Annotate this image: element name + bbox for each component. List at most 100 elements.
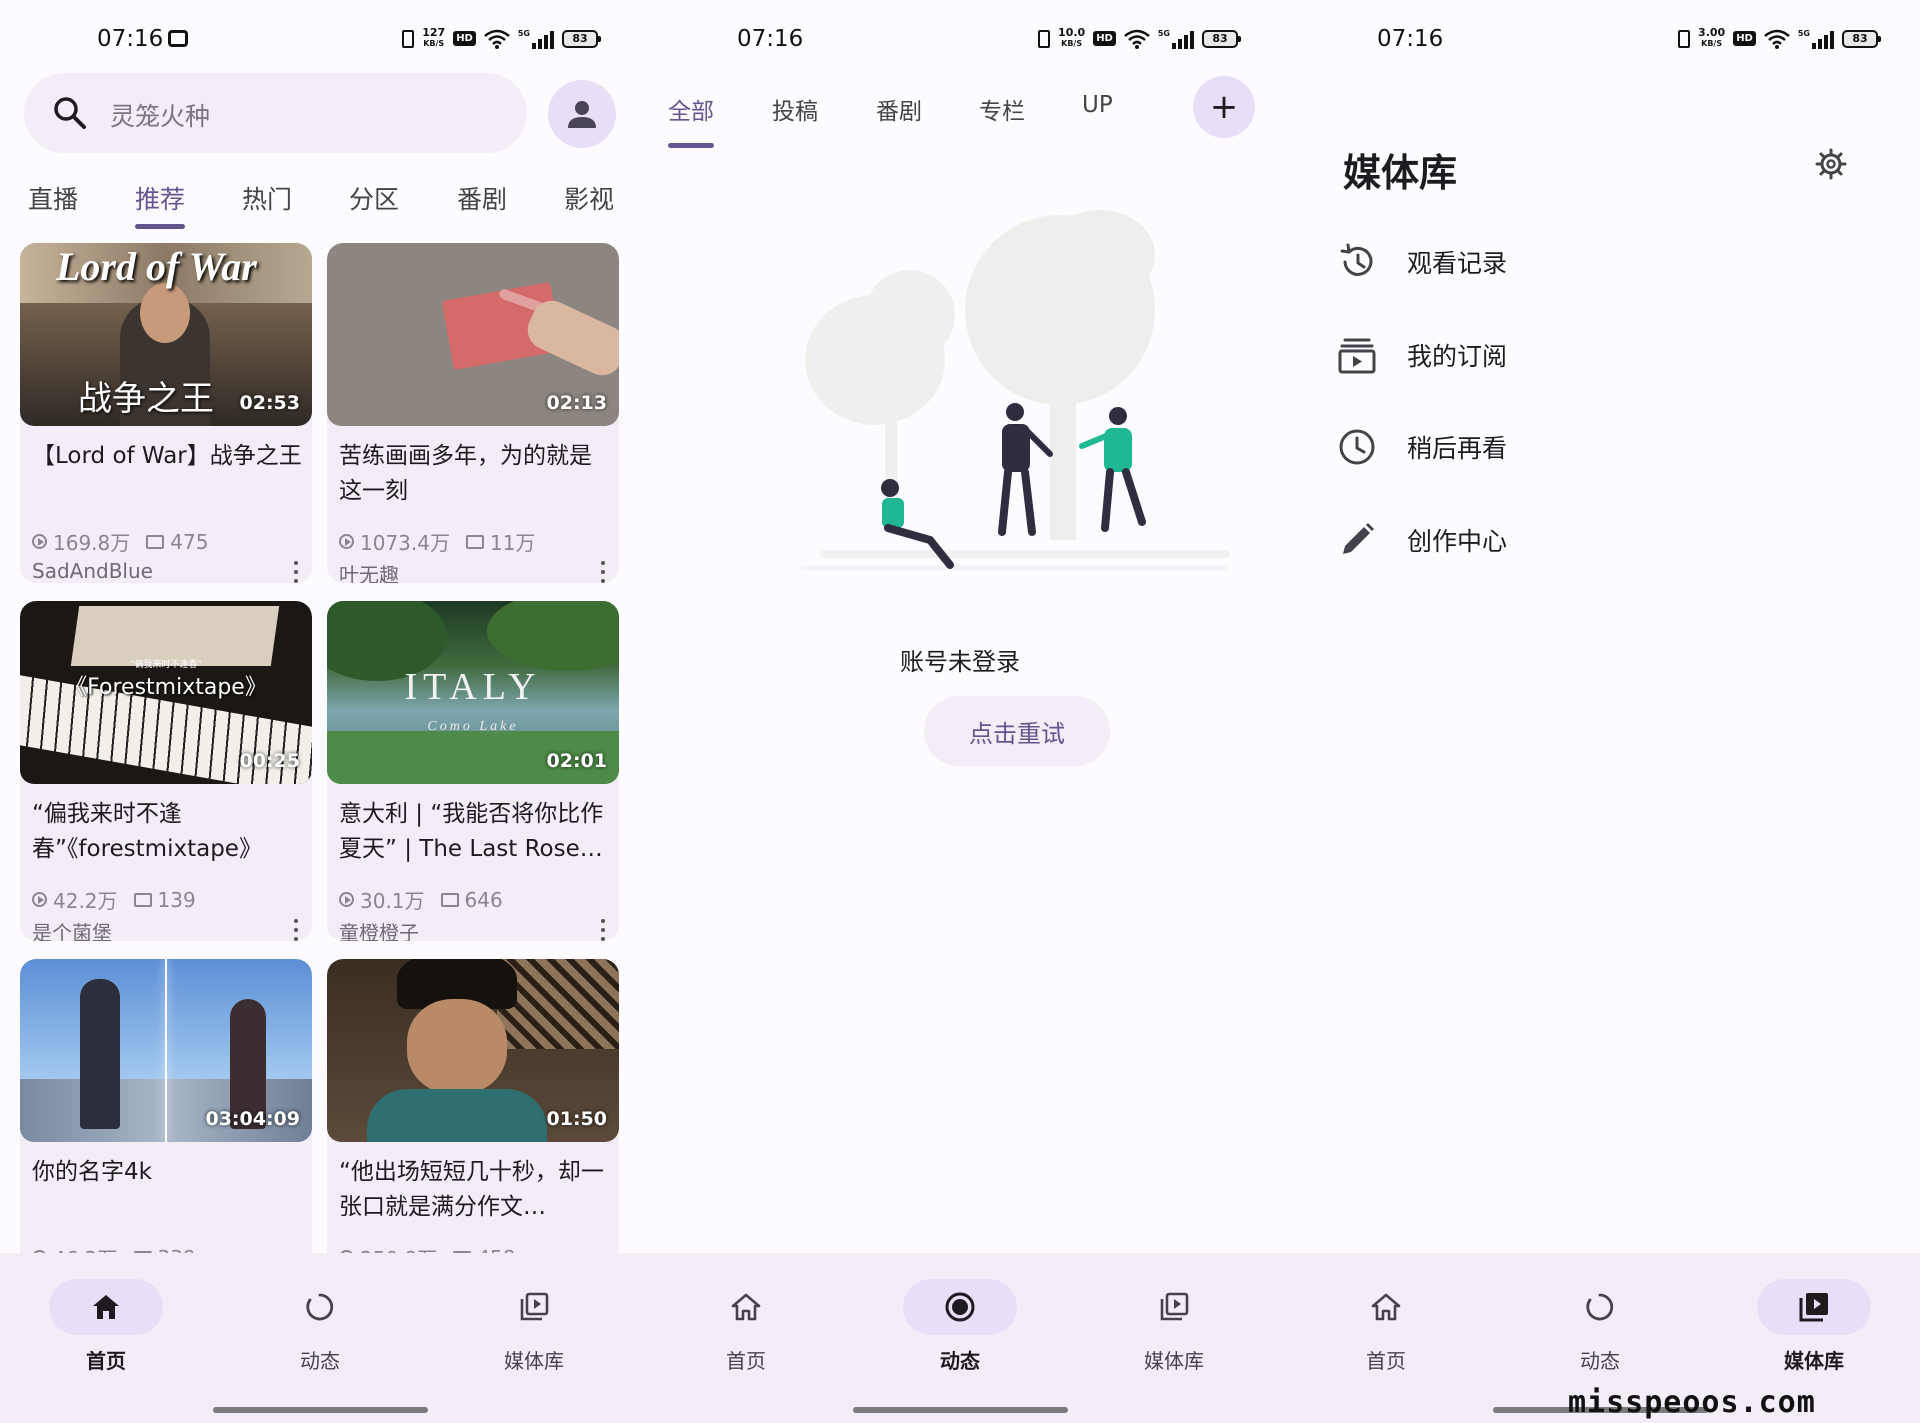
library-item-watch-later[interactable]: 稍后再看 xyxy=(1335,417,1855,477)
nav-label: 首页 xyxy=(86,1349,126,1373)
nav-label: 媒体库 xyxy=(1784,1349,1844,1373)
empty-state-message: 账号未登录 xyxy=(900,648,1020,676)
tab-bangumi[interactable]: 番剧 xyxy=(457,180,507,216)
nav-library[interactable]: 媒体库 xyxy=(454,1279,614,1374)
video-duration: 02:53 xyxy=(239,392,300,414)
thumbnail-small-text: Como Lake xyxy=(427,719,519,734)
vibrate-icon xyxy=(1678,29,1691,48)
video-thumbnail[interactable]: ITALY Como Lake 02:01 xyxy=(327,601,619,784)
more-options-icon[interactable] xyxy=(294,561,298,583)
danmaku-icon xyxy=(146,534,165,549)
video-card[interactable]: 02:13 苦练画画多年，为的就是这一刻 1073.4万 11万 叶无趣 xyxy=(327,243,619,583)
library-item-label: 观看记录 xyxy=(1407,249,1508,278)
tab-movies[interactable]: 影视 xyxy=(564,180,614,216)
more-options-icon[interactable] xyxy=(601,561,605,583)
gesture-handle[interactable] xyxy=(853,1407,1068,1413)
nav-library[interactable]: 媒体库 xyxy=(1734,1279,1894,1374)
library-item-label: 稍后再看 xyxy=(1407,434,1508,463)
tab-all[interactable]: 全部 xyxy=(668,92,714,126)
dynamic-icon xyxy=(1586,1293,1614,1321)
danmaku-count: 475 xyxy=(170,529,209,554)
status-bar: 07:16 127 KB/S HD 5G 83 xyxy=(0,22,640,62)
video-card[interactable]: Lord of War 战争之王 02:53 【Lord of War】战争之王… xyxy=(20,243,312,583)
nav-home[interactable]: 首页 xyxy=(666,1279,826,1374)
cellular-signal-icon: 5G xyxy=(1158,29,1194,49)
dynamic-icon xyxy=(306,1293,334,1321)
library-item-creator-center[interactable]: 创作中心 xyxy=(1335,510,1855,570)
view-count: 1073.4万 xyxy=(360,531,450,555)
nav-dynamic[interactable]: 动态 xyxy=(240,1279,400,1374)
tab-uploads[interactable]: 投稿 xyxy=(772,92,818,126)
hd-badge: HD xyxy=(453,31,476,46)
network-speed: 127 KB/S xyxy=(422,26,446,48)
tab-recommend[interactable]: 推荐 xyxy=(135,180,185,216)
more-options-icon[interactable] xyxy=(601,919,605,941)
tab-articles[interactable]: 专栏 xyxy=(979,92,1025,126)
video-card[interactable]: 01:50 “他出场短短几十秒，却一张口就是满分作文… 250.8万 458 xyxy=(327,959,619,1299)
video-title: 意大利 | “我能否将你比作夏天” | The Last Rose… xyxy=(339,801,604,862)
network-speed: 3.00 KB/S xyxy=(1698,26,1726,48)
danmaku-icon xyxy=(440,892,459,907)
home-screen: 07:16 127 KB/S HD 5G 83 灵笼火种 直播 推荐 热门 分区 … xyxy=(0,0,640,1423)
danmaku-icon xyxy=(465,534,484,549)
search-bar[interactable]: 灵笼火种 xyxy=(24,73,527,153)
video-card[interactable]: 03:04:09 你的名字4k 46.2万 339 xyxy=(20,959,312,1299)
video-card[interactable]: ITALY Como Lake 02:01 意大利 | “我能否将你比作夏天” … xyxy=(327,601,619,941)
tab-indicator xyxy=(135,224,185,229)
page-title: 媒体库 xyxy=(1343,151,1458,195)
nav-dynamic[interactable]: 动态 xyxy=(1520,1279,1680,1374)
video-author[interactable]: 是个菌堡 xyxy=(32,917,112,941)
tab-hot[interactable]: 热门 xyxy=(242,180,292,216)
video-stats: 1073.4万 11万 xyxy=(339,527,535,556)
tab-indicator xyxy=(668,143,714,148)
hd-badge: HD xyxy=(1733,31,1756,46)
video-thumbnail[interactable]: 03:04:09 xyxy=(20,959,312,1142)
tab-up[interactable]: UP xyxy=(1082,92,1113,118)
thumbnail-title-text: 《Forestmixtape》 xyxy=(65,675,267,700)
dynamic-tab-bar: 全部 投稿 番剧 专栏 UP xyxy=(640,88,1280,148)
nav-dynamic[interactable]: 动态 xyxy=(880,1279,1040,1374)
gear-icon[interactable] xyxy=(1815,148,1847,180)
danmaku-count: 11万 xyxy=(489,531,536,555)
view-count: 42.2万 xyxy=(53,889,118,913)
watermark-text: misspeoos.com xyxy=(1568,1385,1816,1420)
more-options-icon[interactable] xyxy=(294,919,298,941)
video-duration: 02:13 xyxy=(546,392,607,414)
cellular-signal-icon: 5G xyxy=(1798,29,1834,49)
plus-icon: + xyxy=(1209,87,1239,127)
gesture-handle[interactable] xyxy=(213,1407,428,1413)
tab-categories[interactable]: 分区 xyxy=(349,180,399,216)
battery-icon: 83 xyxy=(1842,29,1881,48)
video-thumbnail[interactable]: “偏我来时不逢春” 《Forestmixtape》 00:25 xyxy=(20,601,312,784)
video-stats: 169.8万 475 xyxy=(32,527,208,556)
retry-button[interactable]: 点击重试 xyxy=(924,696,1110,766)
video-author[interactable]: 叶无趣 xyxy=(339,559,399,583)
dynamic-icon xyxy=(945,1292,975,1322)
library-icon xyxy=(520,1292,549,1321)
video-thumbnail[interactable]: 02:13 xyxy=(327,243,619,426)
status-time: 07:16 xyxy=(97,26,164,52)
video-thumbnail[interactable]: Lord of War 战争之王 02:53 xyxy=(20,243,312,426)
nav-label: 首页 xyxy=(726,1349,766,1373)
video-author[interactable]: SadAndBlue xyxy=(32,559,153,583)
library-screen: 07:16 3.00 KB/S HD 5G 83 媒体库 观看记录 我的订阅 稍后… xyxy=(1280,0,1920,1423)
tab-bangumi[interactable]: 番剧 xyxy=(876,92,922,126)
library-item-history[interactable]: 观看记录 xyxy=(1335,232,1855,292)
home-icon xyxy=(731,1293,761,1321)
video-thumbnail[interactable]: 01:50 xyxy=(327,959,619,1142)
video-card[interactable]: “偏我来时不逢春” 《Forestmixtape》 00:25 “偏我来时不逢春… xyxy=(20,601,312,941)
avatar-button[interactable] xyxy=(548,80,616,148)
nav-home[interactable]: 首页 xyxy=(1306,1279,1466,1374)
tab-live[interactable]: 直播 xyxy=(28,180,78,216)
library-item-subscriptions[interactable]: 我的订阅 xyxy=(1335,325,1855,385)
nav-label: 动态 xyxy=(1580,1349,1620,1373)
status-bar: 07:16 3.00 KB/S HD 5G 83 xyxy=(1280,22,1920,62)
cellular-signal-icon: 5G xyxy=(518,29,554,49)
video-author[interactable]: 童橙橙子 xyxy=(339,917,419,941)
status-time: 07:16 xyxy=(1377,26,1444,52)
search-icon xyxy=(54,97,86,129)
nav-home[interactable]: 首页 xyxy=(26,1279,186,1374)
nav-library[interactable]: 媒体库 xyxy=(1094,1279,1254,1374)
nav-label: 首页 xyxy=(1366,1349,1406,1373)
add-button[interactable]: + xyxy=(1193,76,1255,138)
